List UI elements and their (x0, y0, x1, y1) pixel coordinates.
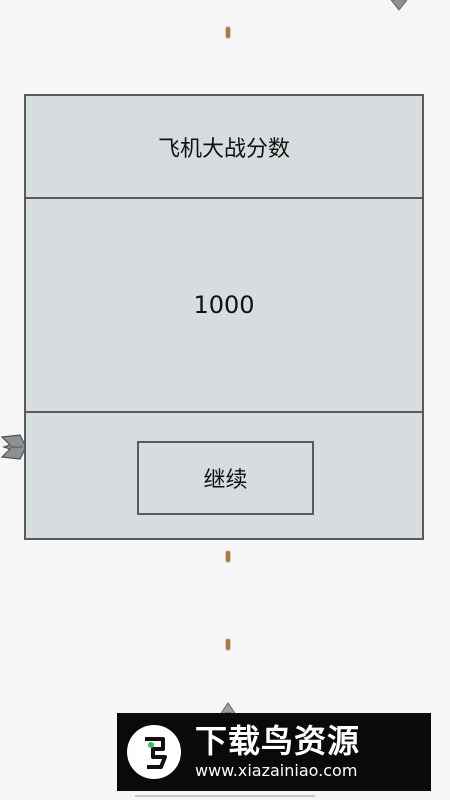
game-stage: 飞机大战分数 1000 继续 下载鸟资源 www.xiazainiao.com (0, 0, 450, 800)
bird-logo-icon (145, 737, 167, 769)
bottom-divider (135, 795, 315, 797)
dialog-title: 飞机大战分数 (26, 96, 422, 199)
score-value: 1000 (26, 199, 422, 413)
enemy-plane-icon (390, 0, 408, 11)
bird-logo-icon (127, 725, 181, 779)
watermark-text: 下载鸟资源 www.xiazainiao.com (195, 723, 360, 781)
continue-button[interactable]: 继续 (137, 441, 314, 515)
bullet-icon (226, 551, 230, 562)
dialog-footer: 继续 (26, 413, 422, 538)
watermark-banner: 下载鸟资源 www.xiazainiao.com (117, 713, 431, 791)
bullet-icon (226, 639, 230, 650)
score-dialog: 飞机大战分数 1000 继续 (24, 94, 424, 540)
watermark-url: www.xiazainiao.com (195, 761, 358, 780)
watermark-name: 下载鸟资源 (195, 722, 361, 760)
bullet-icon (226, 27, 230, 38)
